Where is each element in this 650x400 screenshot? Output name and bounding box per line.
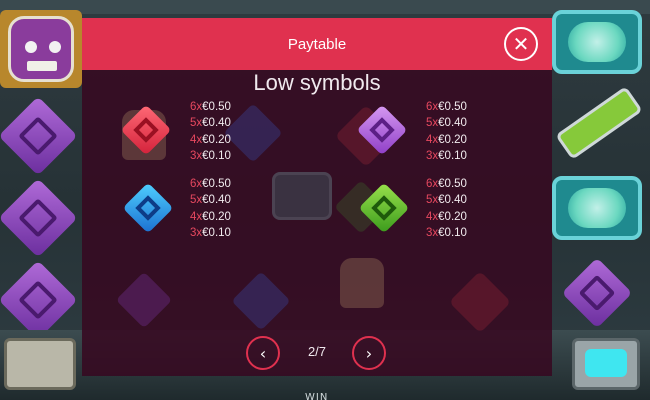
top-bar (0, 0, 650, 14)
payline: 5x€0.40 (190, 194, 231, 207)
modal-header: Paytable ✕ (82, 18, 552, 70)
payline: 3x€0.10 (426, 149, 467, 162)
brain-jar-symbol-icon (552, 10, 642, 74)
diamond-icon (231, 271, 291, 331)
zombie-face-icon (8, 16, 74, 82)
payline: 4x€0.20 (426, 210, 467, 223)
control-box-icon (4, 338, 76, 390)
payline: 5x€0.40 (426, 194, 467, 207)
prev-page-button[interactable]: ‹ (246, 336, 280, 370)
close-icon: ✕ (512, 32, 530, 56)
payline: 4x€0.20 (190, 210, 231, 223)
hand-icon (340, 258, 384, 308)
section-title: Low symbols (253, 70, 381, 95)
win-label: WIN (305, 392, 329, 400)
payline: 4x€0.20 (426, 133, 467, 146)
chevron-left-icon: ‹ (259, 343, 267, 363)
monitor-icon (572, 338, 640, 390)
payline: 5x€0.40 (426, 117, 467, 130)
mouth-icon (27, 61, 57, 71)
eye-icon (25, 41, 37, 53)
heart-icon (448, 270, 512, 334)
spade-icon (115, 271, 173, 329)
diamond-paylist: 6x€0.50 5x€0.40 4x€0.20 3x€0.10 (190, 176, 270, 241)
brain-jar-icon (272, 172, 332, 220)
close-button[interactable]: ✕ (504, 27, 538, 61)
page-indicator: 2/7 (307, 344, 327, 359)
payline: 5x€0.40 (190, 117, 231, 130)
payline: 3x€0.10 (190, 149, 231, 162)
eye-icon (49, 41, 61, 53)
payline: 3x€0.10 (190, 226, 231, 239)
spade-paylist: 6x€0.50 5x€0.40 4x€0.20 3x€0.10 (426, 99, 506, 164)
payline: 6x€0.50 (426, 101, 467, 113)
modal-title: Paytable (287, 35, 347, 53)
heart-paylist: 6x€0.50 5x€0.40 4x€0.20 3x€0.10 (190, 99, 270, 164)
payline: 6x€0.50 (190, 178, 231, 190)
payline: 6x€0.50 (190, 101, 231, 113)
zombie-pig-symbol (0, 10, 82, 88)
chevron-right-icon: › (365, 343, 373, 363)
payline: 6x€0.50 (426, 178, 467, 190)
paytable-modal: Paytable ✕ Low symbols 6x€0.50 5x€0.40 4… (82, 18, 552, 376)
clover-paylist: 6x€0.50 5x€0.40 4x€0.20 3x€0.10 (426, 176, 506, 241)
payline: 3x€0.10 (426, 226, 467, 239)
brain-jar-symbol-icon (552, 176, 642, 240)
payline: 4x€0.20 (190, 133, 231, 146)
next-page-button[interactable]: › (352, 336, 386, 370)
